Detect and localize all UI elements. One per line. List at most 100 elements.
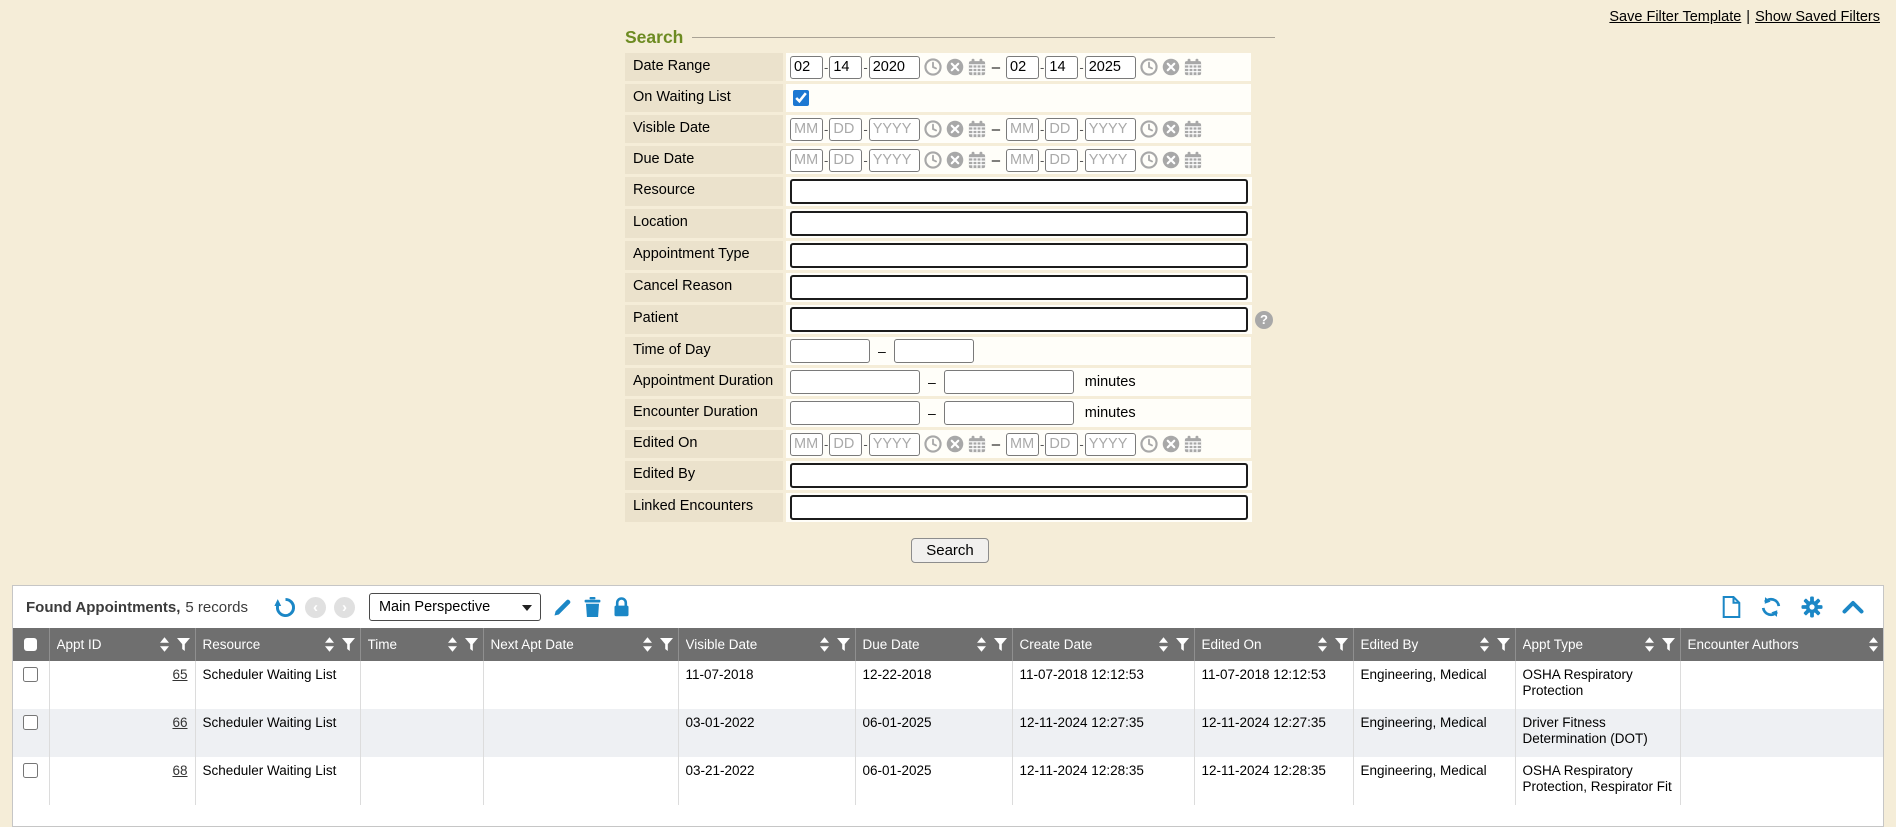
edited-by-input[interactable] [790, 463, 1248, 488]
edited-on-from-clear-icon[interactable] [946, 435, 964, 453]
filter-funnel-icon[interactable] [177, 638, 190, 651]
column-header-next-apt-date[interactable]: Next Apt Date [483, 628, 678, 661]
due-date-from-clear-icon[interactable] [946, 151, 964, 169]
sort-icon[interactable] [160, 637, 169, 652]
visible-date-to-calendar-icon[interactable] [1184, 120, 1202, 138]
visible-date-from-month-input[interactable] [790, 118, 823, 141]
edit-pencil-icon[interactable] [553, 598, 572, 617]
date-range-to-year-input[interactable] [1085, 56, 1136, 79]
appointment-duration-min-input[interactable] [790, 370, 920, 394]
row-checkbox[interactable] [23, 667, 38, 682]
filter-funnel-icon[interactable] [837, 638, 850, 651]
column-header-resource[interactable]: Resource [195, 628, 360, 661]
date-range-from-clear-icon[interactable] [946, 58, 964, 76]
sort-icon[interactable] [1480, 637, 1489, 652]
column-header-edited-on[interactable]: Edited On [1194, 628, 1353, 661]
location-input[interactable] [790, 211, 1248, 236]
visible-date-to-year-input[interactable] [1085, 118, 1136, 141]
refresh-icon[interactable] [1760, 596, 1782, 618]
sort-icon[interactable] [643, 637, 652, 652]
due-date-to-day-input[interactable] [1045, 149, 1078, 172]
cancel-reason-input[interactable] [790, 275, 1248, 300]
column-header-visible-date[interactable]: Visible Date [678, 628, 855, 661]
edited-on-from-day-input[interactable] [829, 433, 862, 456]
column-header-create-date[interactable]: Create Date [1012, 628, 1194, 661]
edited-on-to-month-input[interactable] [1006, 433, 1039, 456]
perspective-select[interactable]: Main Perspective [369, 593, 541, 621]
sort-icon[interactable] [820, 637, 829, 652]
date-range-to-clear-icon[interactable] [1162, 58, 1180, 76]
next-page-icon[interactable]: › [334, 597, 355, 618]
row-checkbox[interactable] [23, 763, 38, 778]
edited-on-to-year-input[interactable] [1085, 433, 1136, 456]
settings-gear-icon[interactable] [1801, 596, 1823, 618]
resource-input[interactable] [790, 179, 1248, 204]
due-date-from-calendar-icon[interactable] [968, 151, 986, 169]
search-button[interactable]: Search [911, 538, 989, 563]
filter-funnel-icon[interactable] [1662, 638, 1675, 651]
filter-funnel-icon[interactable] [1176, 638, 1189, 651]
visible-date-from-clock-icon[interactable] [924, 120, 942, 138]
sort-icon[interactable] [325, 637, 334, 652]
edited-on-to-clock-icon[interactable] [1140, 435, 1158, 453]
filter-funnel-icon[interactable] [660, 638, 673, 651]
due-date-from-day-input[interactable] [829, 149, 862, 172]
appointment-type-input[interactable] [790, 243, 1248, 268]
date-range-to-calendar-icon[interactable] [1184, 58, 1202, 76]
sort-icon[interactable] [977, 637, 986, 652]
appt-id-link[interactable]: 68 [172, 763, 187, 778]
due-date-from-clock-icon[interactable] [924, 151, 942, 169]
due-date-from-year-input[interactable] [869, 149, 920, 172]
lock-icon[interactable] [613, 597, 630, 617]
edited-on-to-calendar-icon[interactable] [1184, 435, 1202, 453]
due-date-to-calendar-icon[interactable] [1184, 151, 1202, 169]
prev-page-icon[interactable]: ‹ [305, 597, 326, 618]
visible-date-to-clock-icon[interactable] [1140, 120, 1158, 138]
date-range-from-clock-icon[interactable] [924, 58, 942, 76]
edited-on-to-day-input[interactable] [1045, 433, 1078, 456]
appointment-duration-max-input[interactable] [944, 370, 1074, 394]
edited-on-to-clear-icon[interactable] [1162, 435, 1180, 453]
edited-on-from-calendar-icon[interactable] [968, 435, 986, 453]
visible-date-to-clear-icon[interactable] [1162, 120, 1180, 138]
visible-date-to-month-input[interactable] [1006, 118, 1039, 141]
visible-date-from-day-input[interactable] [829, 118, 862, 141]
undo-icon[interactable] [274, 596, 297, 619]
due-date-to-month-input[interactable] [1006, 149, 1039, 172]
show-saved-filters-link[interactable]: Show Saved Filters [1755, 9, 1880, 25]
filter-funnel-icon[interactable] [465, 638, 478, 651]
appt-id-link[interactable]: 66 [172, 715, 187, 730]
sort-icon[interactable] [1318, 637, 1327, 652]
new-document-icon[interactable] [1722, 596, 1741, 618]
edited-on-from-year-input[interactable] [869, 433, 920, 456]
filter-funnel-icon[interactable] [994, 638, 1007, 651]
date-range-from-month-input[interactable] [790, 56, 823, 79]
patient-help-icon[interactable]: ? [1255, 311, 1273, 329]
filter-funnel-icon[interactable] [342, 638, 355, 651]
linked-encounters-input[interactable] [790, 495, 1248, 520]
date-range-from-day-input[interactable] [829, 56, 862, 79]
date-range-to-month-input[interactable] [1006, 56, 1039, 79]
select-all-checkbox[interactable] [13, 628, 49, 661]
collapse-chevron-up-icon[interactable] [1842, 600, 1864, 614]
filter-funnel-icon[interactable] [1497, 638, 1510, 651]
column-header-due-date[interactable]: Due Date [855, 628, 1012, 661]
row-checkbox[interactable] [23, 715, 38, 730]
patient-input[interactable] [790, 307, 1248, 332]
delete-trash-icon[interactable] [584, 597, 601, 617]
time-of-day-to-input[interactable] [894, 339, 974, 363]
column-header-appt-id[interactable]: Appt ID [49, 628, 195, 661]
sort-icon[interactable] [448, 637, 457, 652]
encounter-duration-min-input[interactable] [790, 401, 920, 425]
due-date-to-clock-icon[interactable] [1140, 151, 1158, 169]
date-range-to-clock-icon[interactable] [1140, 58, 1158, 76]
time-of-day-from-input[interactable] [790, 339, 870, 363]
due-date-from-month-input[interactable] [790, 149, 823, 172]
sort-icon[interactable] [1869, 637, 1878, 652]
visible-date-from-clear-icon[interactable] [946, 120, 964, 138]
visible-date-from-calendar-icon[interactable] [968, 120, 986, 138]
column-header-appt-type[interactable]: Appt Type [1515, 628, 1680, 661]
column-header-edited-by[interactable]: Edited By [1353, 628, 1515, 661]
visible-date-from-year-input[interactable] [869, 118, 920, 141]
sort-icon[interactable] [1645, 637, 1654, 652]
